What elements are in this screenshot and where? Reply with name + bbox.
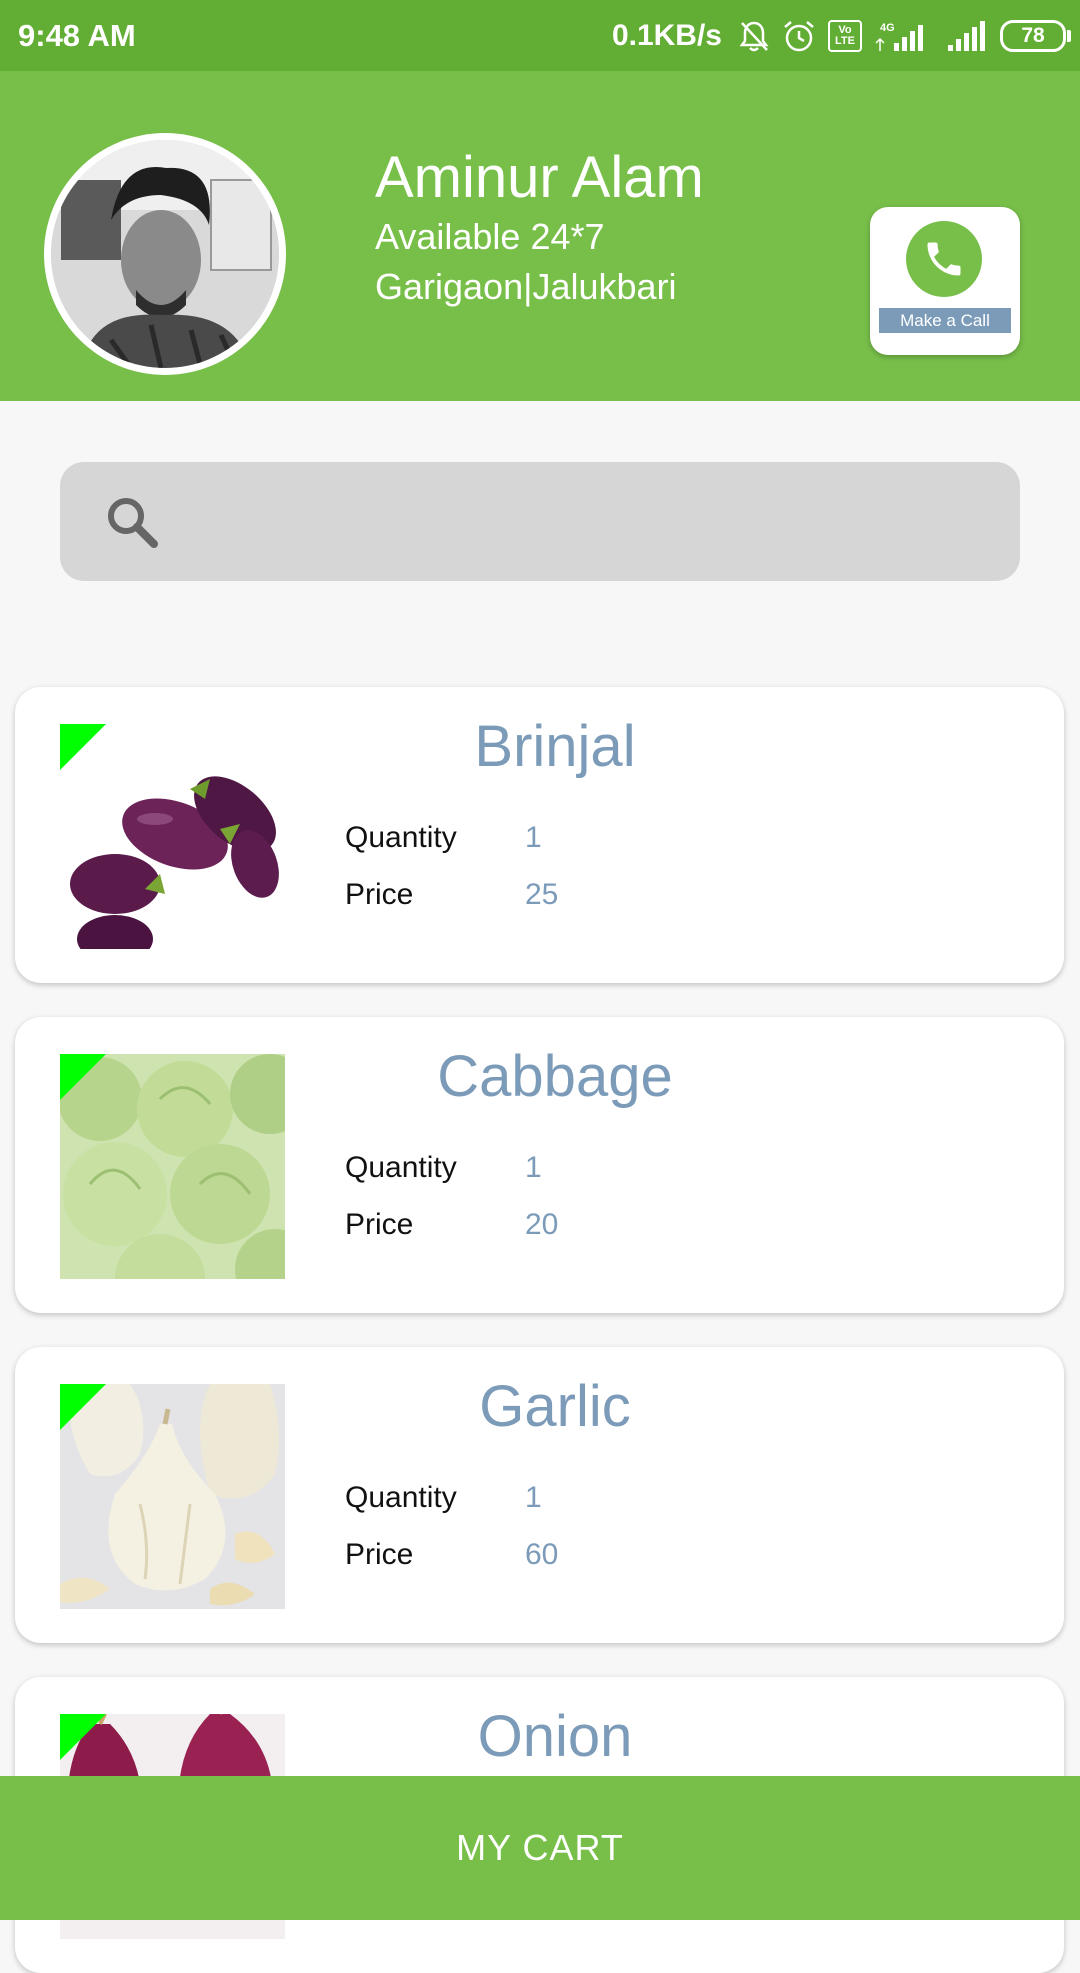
status-time: 9:48 AM bbox=[18, 18, 136, 53]
product-image-cabbage bbox=[60, 1054, 285, 1279]
network-speed: 0.1KB/s bbox=[611, 19, 722, 52]
product-card-brinjal[interactable]: Brinjal Quantity 1 Price 25 bbox=[15, 687, 1064, 983]
status-icons: 0.1KB/s Vo LTE 4G 78 bbox=[611, 16, 1071, 56]
search-icon bbox=[108, 498, 158, 548]
product-name: Garlic bbox=[479, 1374, 631, 1439]
product-image-brinjal bbox=[60, 724, 285, 949]
product-badge bbox=[60, 1384, 106, 1430]
search-input[interactable] bbox=[180, 486, 984, 558]
price-value: 25 bbox=[525, 878, 559, 911]
price-label: Price bbox=[345, 1208, 414, 1241]
price-label: Price bbox=[345, 1538, 414, 1571]
alarm-icon bbox=[784, 21, 814, 52]
product-name: Brinjal bbox=[474, 714, 636, 779]
quantity-value: 1 bbox=[525, 1481, 542, 1514]
profile-availability: Available 24*7 bbox=[375, 216, 605, 257]
quantity-label: Quantity bbox=[345, 1151, 457, 1184]
price-value: 60 bbox=[525, 1538, 559, 1571]
product-badge bbox=[60, 724, 106, 770]
product-name: Cabbage bbox=[437, 1044, 673, 1109]
profile-header: Aminur Alam Available 24*7 Garigaon|Jalu… bbox=[0, 71, 1080, 401]
volte-icon: Vo LTE bbox=[828, 20, 862, 52]
avatar-photo bbox=[51, 140, 279, 368]
quantity-value: 1 bbox=[525, 1151, 542, 1184]
make-call-button[interactable]: Make a Call bbox=[870, 207, 1020, 355]
my-cart-button[interactable]: MY CART bbox=[0, 1776, 1080, 1920]
search-bar[interactable] bbox=[60, 462, 1020, 581]
profile-name: Aminur Alam bbox=[375, 145, 704, 210]
profile-location: Garigaon|Jalukbari bbox=[375, 266, 677, 307]
product-badge bbox=[60, 1054, 106, 1100]
svg-text:4G: 4G bbox=[880, 22, 895, 34]
price-label: Price bbox=[345, 878, 414, 911]
product-card-cabbage[interactable]: Cabbage Quantity 1 Price 20 bbox=[15, 1017, 1064, 1313]
bell-off-icon bbox=[739, 21, 769, 52]
quantity-label: Quantity bbox=[345, 821, 457, 854]
price-value: 20 bbox=[525, 1208, 559, 1241]
product-image-garlic bbox=[60, 1384, 285, 1609]
signal-icon: 4G bbox=[875, 22, 923, 51]
quantity-label: Quantity bbox=[345, 1481, 457, 1514]
product-card-garlic[interactable]: Garlic Quantity 1 Price 60 bbox=[15, 1347, 1064, 1643]
avatar bbox=[44, 133, 286, 375]
make-call-label: Make a Call bbox=[879, 308, 1011, 333]
phone-icon bbox=[906, 221, 982, 297]
battery-icon: 78 bbox=[1000, 20, 1071, 52]
signal-2-icon bbox=[948, 21, 985, 51]
quantity-value: 1 bbox=[525, 821, 542, 854]
product-badge bbox=[60, 1714, 106, 1760]
status-bar: 9:48 AM 0.1KB/s Vo LTE 4G 78 bbox=[0, 0, 1080, 71]
product-name: Onion bbox=[477, 1704, 633, 1769]
